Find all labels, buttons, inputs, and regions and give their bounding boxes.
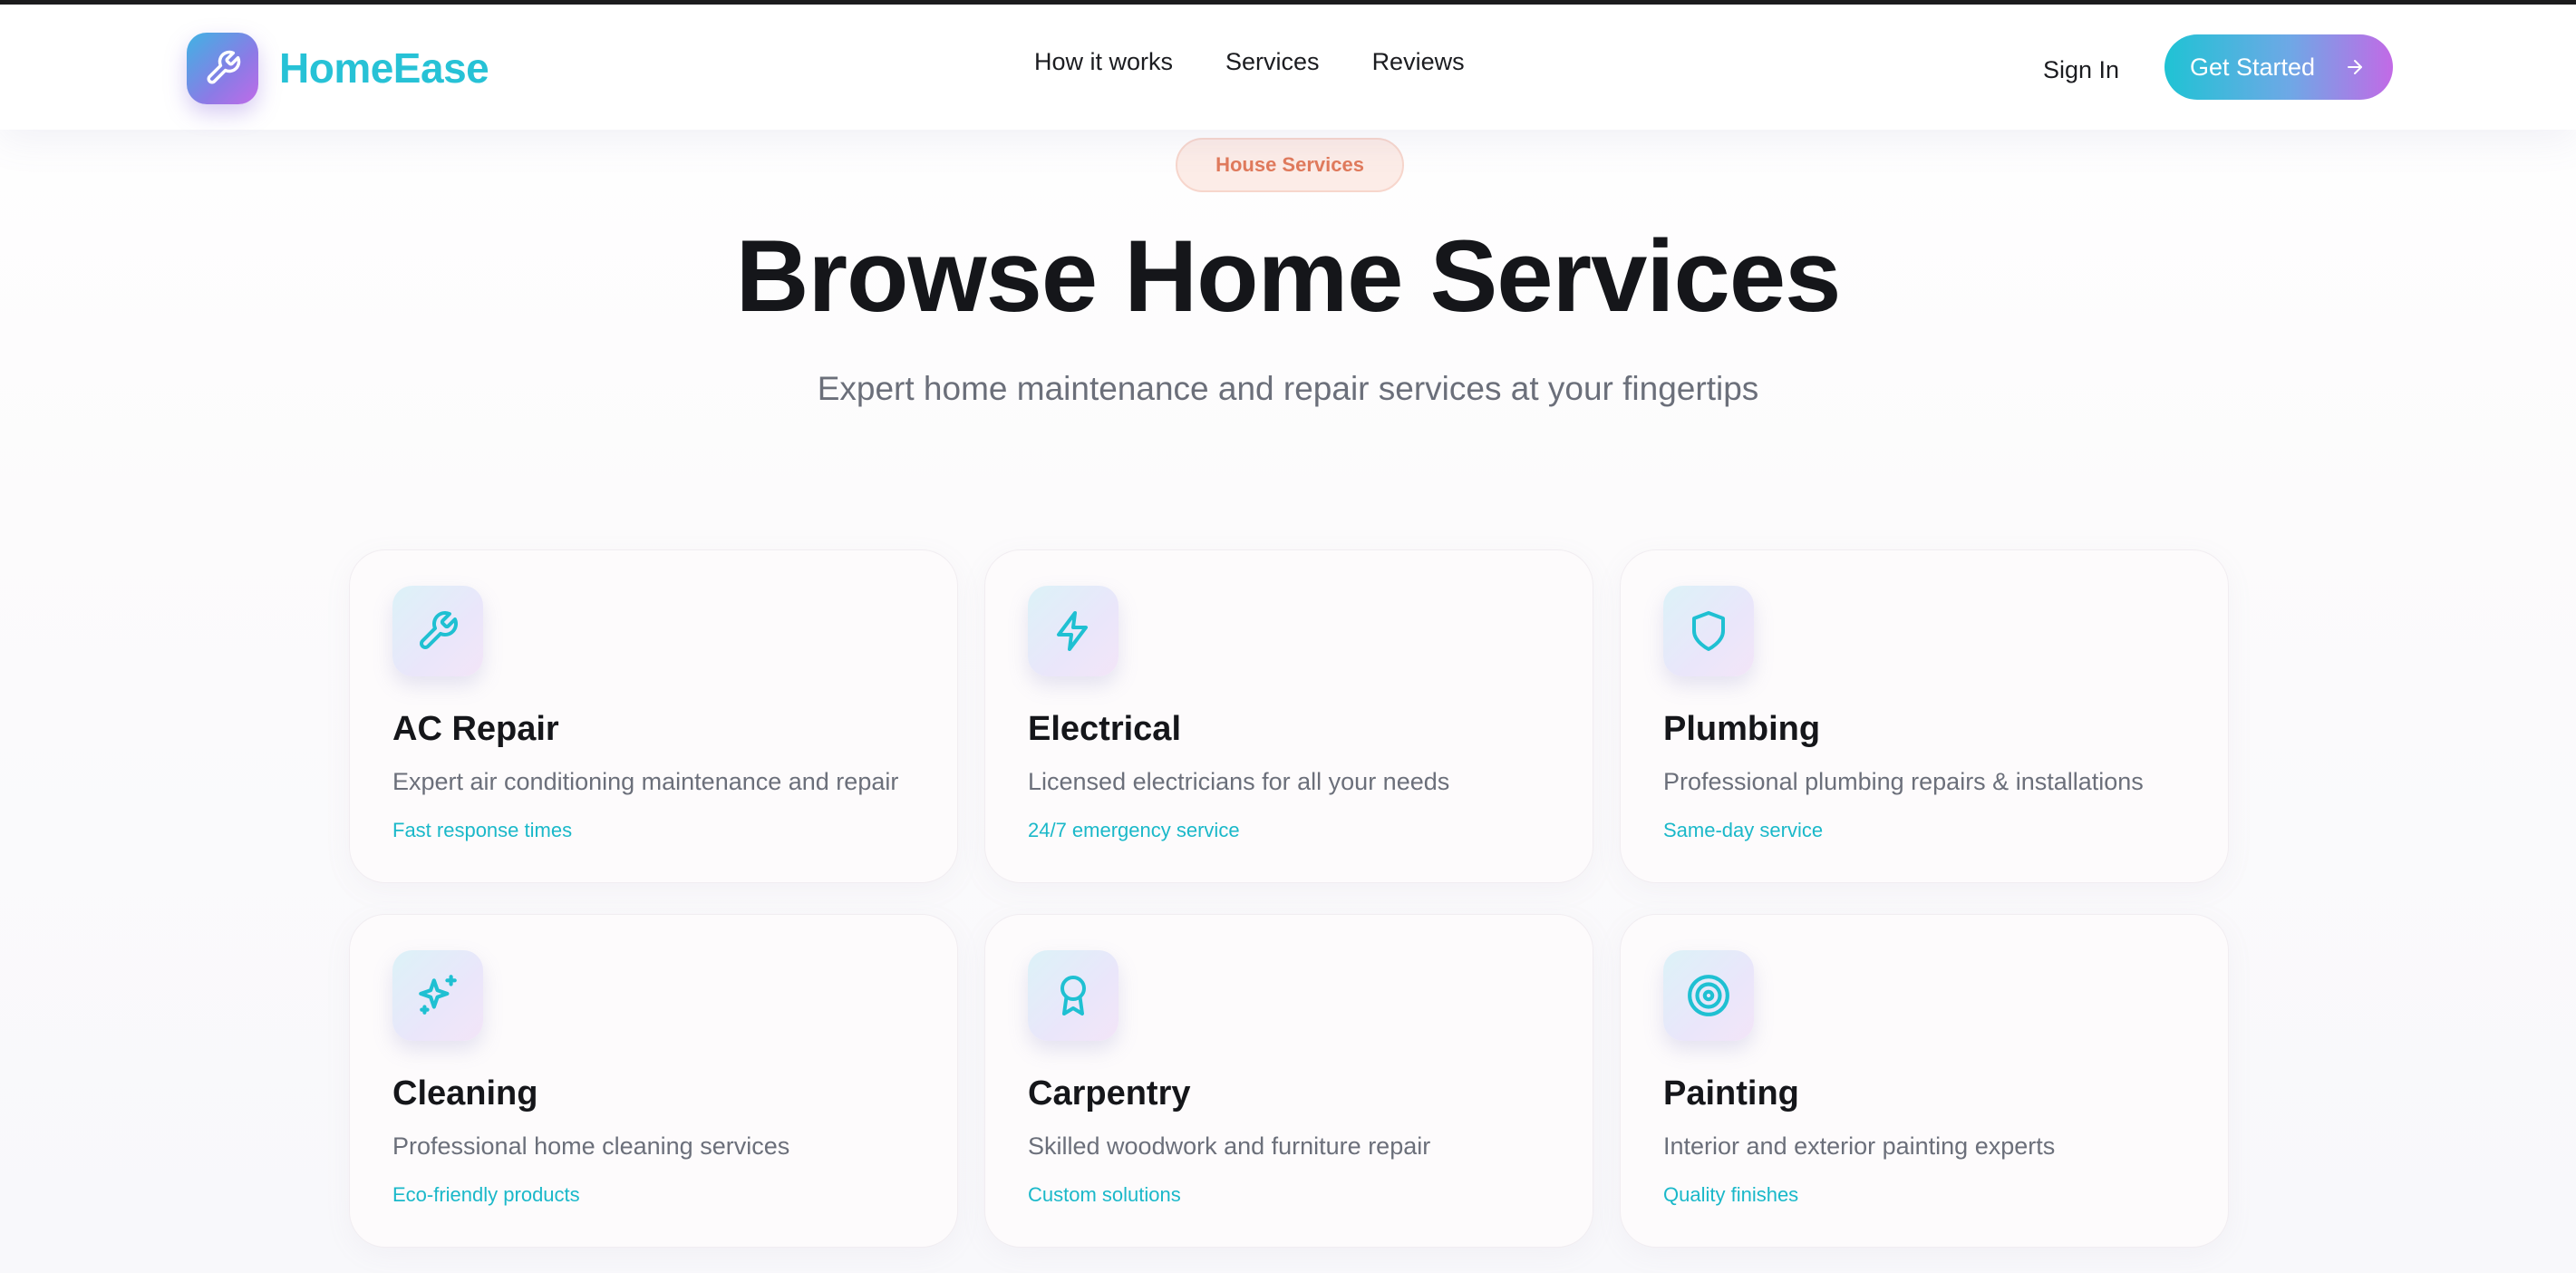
service-card-carpentry[interactable]: Carpentry Skilled woodwork and furniture… — [984, 914, 1593, 1248]
page-subtitle: Expert home maintenance and repair servi… — [817, 370, 1759, 407]
service-description: Interior and exterior painting experts — [1663, 1132, 2056, 1160]
service-card-cleaning[interactable]: Cleaning Professional home cleaning serv… — [349, 914, 958, 1248]
top-navbar: HomeEase How it works Services Reviews S… — [0, 5, 2576, 130]
sign-in-link[interactable]: Sign In — [2043, 56, 2119, 84]
service-description: Professional plumbing repairs & installa… — [1663, 768, 2144, 795]
lightning-icon — [1028, 586, 1119, 676]
service-tag: Quality finishes — [1663, 1183, 1799, 1206]
service-tag: Custom solutions — [1028, 1183, 1181, 1206]
service-card-ac-repair[interactable]: AC Repair Expert air conditioning mainte… — [349, 549, 958, 883]
service-title: Plumbing — [1663, 710, 1821, 748]
service-title: Painting — [1663, 1074, 1799, 1113]
service-card-plumbing[interactable]: Plumbing Professional plumbing repairs &… — [1620, 549, 2229, 883]
brand-name: HomeEase — [279, 44, 489, 92]
wrench-icon — [392, 586, 483, 676]
page-title: Browse Home Services — [735, 219, 1842, 333]
service-title: Carpentry — [1028, 1074, 1191, 1113]
service-title: AC Repair — [392, 710, 559, 748]
service-description: Professional home cleaning services — [392, 1132, 790, 1160]
service-tag: Eco-friendly products — [392, 1183, 580, 1206]
get-started-label: Get Started — [2190, 53, 2316, 81]
service-tag: 24/7 emergency service — [1028, 819, 1240, 841]
service-title: Cleaning — [392, 1074, 538, 1113]
nav-link-how-it-works[interactable]: How it works — [1034, 48, 1173, 76]
main-nav: How it works Services Reviews — [1034, 48, 1465, 76]
arrow-right-icon — [2344, 56, 2366, 84]
shield-icon — [1663, 586, 1754, 676]
service-description: Licensed electricians for all your needs — [1028, 768, 1450, 795]
service-tag: Fast response times — [392, 819, 573, 841]
service-description: Expert air conditioning maintenance and … — [392, 768, 899, 795]
get-started-button[interactable]: Get Started — [2164, 34, 2393, 100]
sparkles-icon — [392, 950, 483, 1041]
service-title: Electrical — [1028, 710, 1181, 748]
service-card-painting[interactable]: Painting Interior and exterior painting … — [1620, 914, 2229, 1248]
category-badge: House Services — [1176, 138, 1404, 192]
target-icon — [1663, 950, 1754, 1041]
nav-link-reviews[interactable]: Reviews — [1372, 48, 1465, 76]
service-description: Skilled woodwork and furniture repair — [1028, 1132, 1431, 1160]
service-card-electrical[interactable]: Electrical Licensed electricians for all… — [984, 549, 1593, 883]
award-icon — [1028, 950, 1119, 1041]
wrench-icon — [187, 32, 258, 104]
service-tag: Same-day service — [1663, 819, 1824, 841]
brand-logo[interactable]: HomeEase — [187, 32, 489, 104]
nav-link-services[interactable]: Services — [1225, 48, 1320, 76]
